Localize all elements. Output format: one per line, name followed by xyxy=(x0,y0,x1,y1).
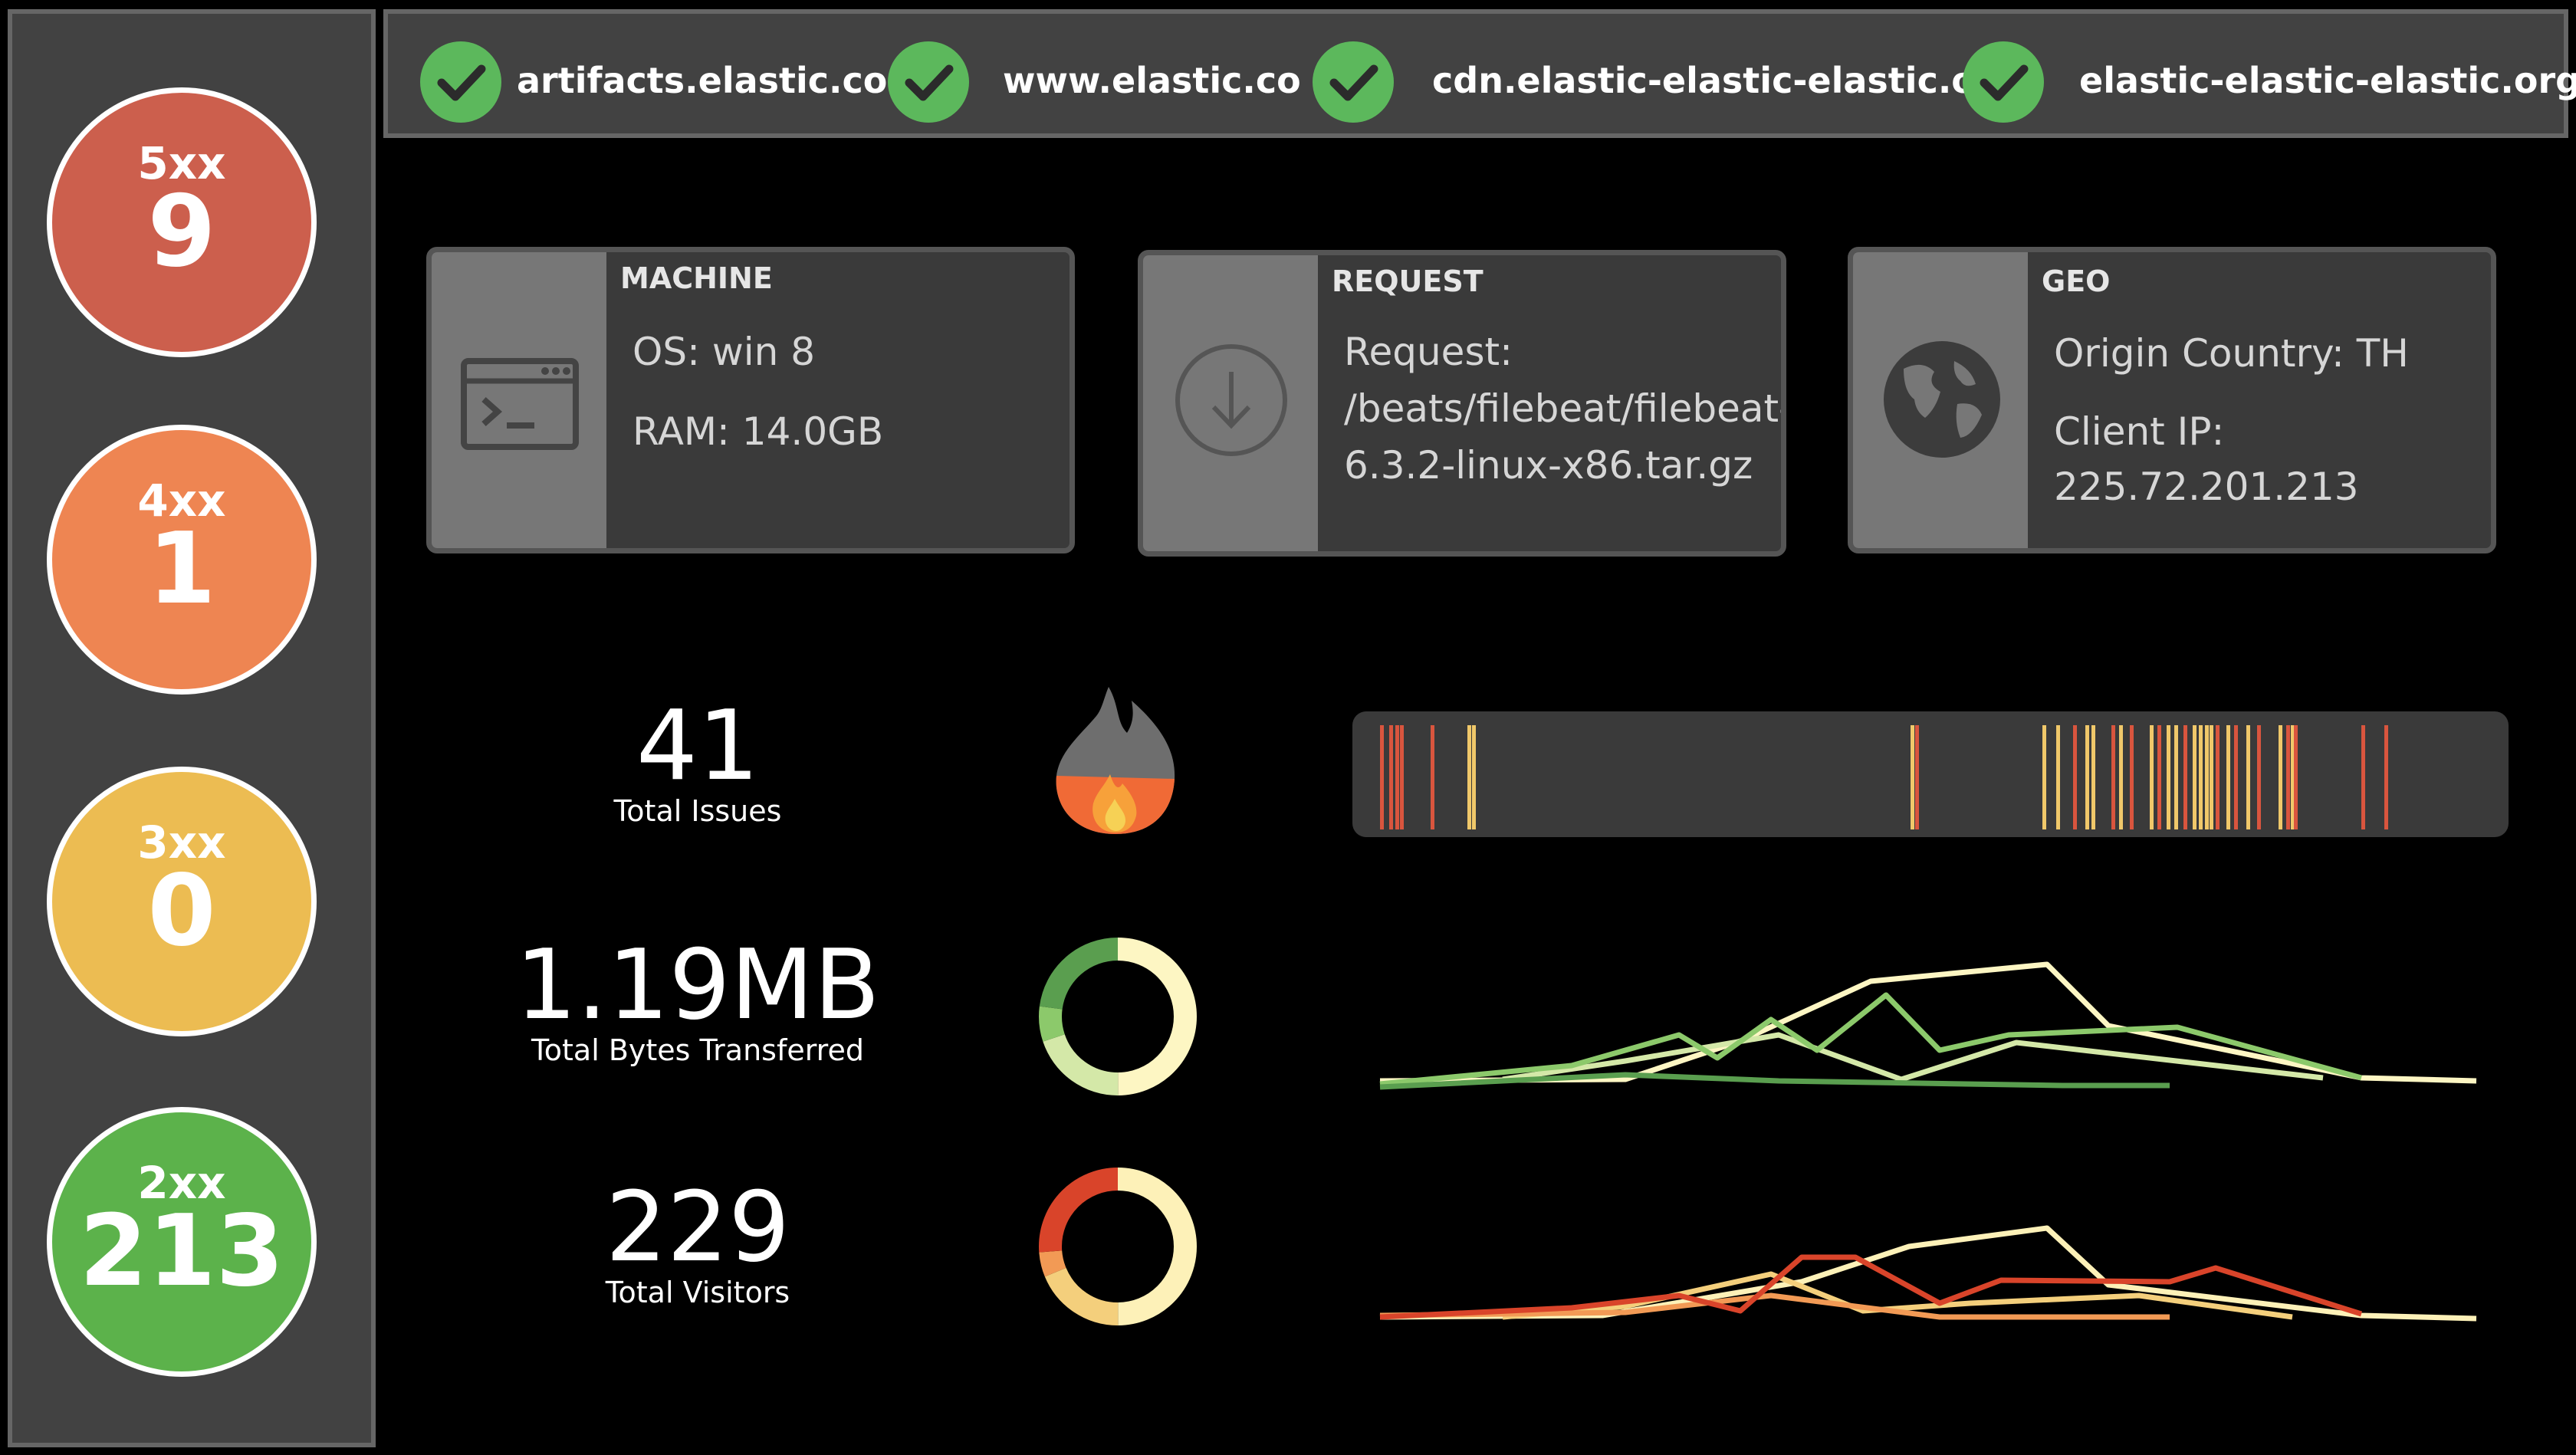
timeline-tick xyxy=(2286,725,2290,829)
visitors-sparkline-chart xyxy=(1379,1225,2477,1322)
timeline-tick xyxy=(1467,725,1471,829)
download-icon xyxy=(1175,344,1287,456)
machine-ram: RAM: 14.0GB xyxy=(632,409,884,454)
panel-title: MACHINE xyxy=(620,261,773,295)
timeline-tick xyxy=(2384,725,2388,829)
timeline-tick xyxy=(2210,725,2213,829)
timeline-tick xyxy=(2246,725,2250,829)
status-code-count: 0 xyxy=(147,854,216,968)
kpi-label: Total Bytes Transferred xyxy=(531,1033,864,1067)
request-label: Request: xyxy=(1344,330,1513,374)
issue-timeline-bars xyxy=(1380,725,2388,829)
check-host-label: elastic-elastic-elastic.org xyxy=(2079,60,2576,101)
machine-panel: MACHINE OS: win 8 RAM: 14.0GB xyxy=(426,247,1075,553)
timeline-tick xyxy=(2073,725,2077,829)
timeline-tick xyxy=(2150,725,2154,829)
check-host-label: artifacts.elastic.co xyxy=(517,60,888,101)
issue-timeline-strip[interactable] xyxy=(1352,711,2509,837)
uptime-check-bar: artifacts.elastic.co www.elastic.co cdn.… xyxy=(383,9,2576,138)
timeline-tick xyxy=(1380,725,1384,829)
timeline-tick xyxy=(2119,725,2123,829)
kpi-label: Total Issues xyxy=(613,794,782,828)
timeline-tick xyxy=(1915,725,1919,829)
kpi-total-visitors: 229 Total Visitors xyxy=(491,1171,905,1310)
kpi-total-issues: 41 Total Issues xyxy=(491,689,905,829)
geo-country: Origin Country: TH xyxy=(2054,331,2409,376)
geo-ip-label: Client IP: xyxy=(2054,409,2225,454)
kpi-value: 41 xyxy=(636,689,760,802)
timeline-tick xyxy=(2294,725,2298,829)
request-panel-icon-area xyxy=(1143,255,1318,551)
timeline-tick xyxy=(2257,725,2261,829)
timeline-tick xyxy=(2205,725,2209,829)
timeline-tick xyxy=(2167,725,2170,829)
check-host-label: www.elastic.co xyxy=(1003,60,1301,101)
globe-icon xyxy=(1884,341,2000,458)
timeline-tick xyxy=(1431,725,1434,829)
status-4xx-badge[interactable]: 4xx 1 xyxy=(47,425,317,695)
timeline-tick xyxy=(2085,725,2089,829)
geo-panel-icon-area xyxy=(1853,252,2028,548)
check-icon xyxy=(420,41,501,123)
terminal-window-icon xyxy=(461,358,579,450)
timeline-tick xyxy=(1395,725,1399,829)
check-icon xyxy=(1963,41,2044,123)
timeline-tick xyxy=(1400,725,1404,829)
machine-os: OS: win 8 xyxy=(632,330,816,374)
timeline-tick xyxy=(2226,725,2230,829)
geo-ip-value: 225.72.201.213 xyxy=(2054,465,2359,509)
timeline-tick xyxy=(2174,725,2178,829)
status-code-count: 213 xyxy=(79,1194,284,1309)
timeline-tick xyxy=(1911,725,1914,829)
check-icon xyxy=(1313,41,1394,123)
timeline-tick xyxy=(2111,725,2115,829)
bytes-sparkline-chart xyxy=(1379,961,2477,1090)
timeline-tick xyxy=(2130,725,2134,829)
fire-icon xyxy=(1056,687,1175,834)
timeline-tick xyxy=(2234,725,2238,829)
kpi-value: 1.19MB xyxy=(515,928,880,1041)
status-3xx-badge[interactable]: 3xx 0 xyxy=(47,767,317,1036)
timeline-tick xyxy=(2216,725,2220,829)
timeline-tick xyxy=(2361,725,2365,829)
kpi-value: 229 xyxy=(605,1171,790,1283)
timeline-tick xyxy=(2193,725,2196,829)
status-code-count: 1 xyxy=(147,512,216,626)
check-host-label: cdn.elastic-elastic-elastic.org xyxy=(1432,60,2019,101)
timeline-tick xyxy=(2157,725,2161,829)
request-path-line1: /beats/filebeat/filebeat- xyxy=(1344,386,1786,431)
machine-panel-icon-area xyxy=(432,252,606,548)
status-5xx-badge[interactable]: 5xx 9 xyxy=(47,87,317,357)
timeline-tick xyxy=(2199,725,2203,829)
timeline-tick xyxy=(2091,725,2095,829)
timeline-tick xyxy=(2279,725,2282,829)
timeline-tick xyxy=(2183,725,2187,829)
kpi-total-bytes: 1.19MB Total Bytes Transferred xyxy=(491,928,905,1068)
kpi-label: Total Visitors xyxy=(605,1276,790,1309)
timeline-tick xyxy=(1472,725,1476,829)
status-code-column: 5xx 9 4xx 1 3xx 0 2xx 213 xyxy=(8,9,376,1447)
request-path-line2: 6.3.2-linux-x86.tar.gz xyxy=(1344,443,1753,488)
status-2xx-badge[interactable]: 2xx 213 xyxy=(47,1107,317,1377)
request-panel: REQUEST Request: /beats/filebeat/filebea… xyxy=(1138,250,1786,557)
check-icon xyxy=(888,41,969,123)
status-code-count: 9 xyxy=(147,175,216,289)
timeline-tick xyxy=(2042,725,2046,829)
timeline-tick xyxy=(2056,725,2060,829)
geo-panel: GEO Origin Country: TH Client IP: 225.72… xyxy=(1848,247,2496,553)
panel-title: REQUEST xyxy=(1332,264,1484,298)
sparkline-series xyxy=(1379,1072,2170,1090)
bytes-donut-icon xyxy=(1039,938,1197,1095)
visitors-donut-icon xyxy=(1039,1168,1197,1325)
timeline-tick xyxy=(1389,725,1393,829)
panel-title: GEO xyxy=(2042,264,2111,298)
